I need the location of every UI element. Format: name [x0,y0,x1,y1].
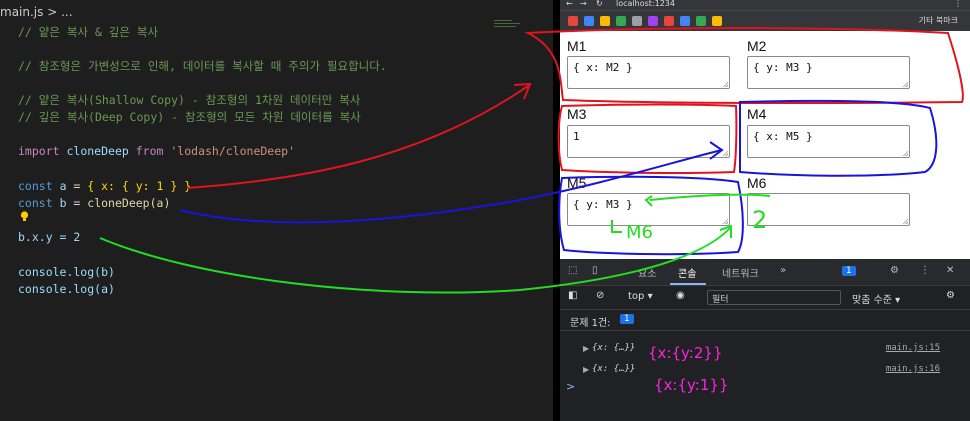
pane-divider[interactable] [553,0,560,421]
code-log-b: console.log(b) [18,265,115,279]
code-comment: // 참조형은 가변성으로 인해, 데이터를 복사할 때 주의가 필요합니다. [18,59,387,73]
more-options-icon[interactable]: ⋮ [920,265,930,276]
memory-textarea[interactable]: { y: M3 } [747,56,910,89]
issues-label: 문제 1건: [570,318,611,329]
console-settings-icon[interactable]: ⚙ [946,290,955,301]
log-value[interactable]: {x: {…}} [592,364,635,374]
eye-icon[interactable]: ◉ [676,290,685,301]
memory-label: M1 [567,38,587,54]
menu-icon[interactable]: ⋮ [954,0,962,8]
code-editor[interactable]: main.js > ... // 얕은 복사 & 깊은 복사 // 참조형은 가… [0,0,553,421]
bookmark-icon[interactable] [712,16,722,26]
close-icon[interactable]: ✕ [946,265,954,276]
memory-textarea[interactable]: { x: M2 } [567,56,730,89]
breadcrumb[interactable]: main.js > ... [0,5,73,19]
bookmark-icon[interactable] [648,16,658,26]
devtools-panel: ⬚ ▯ 요소 콘솔 네트워크 » 1 ⚙ ⋮ ✕ ◧ ⊘ top ▾ ◉ 필터 … [560,259,970,421]
memory-label: M2 [747,38,767,54]
gear-icon[interactable]: ⚙ [890,265,899,276]
console-log-row[interactable]: ▶ {x: {…}} main.js:16 [560,361,970,381]
forward-icon[interactable]: → [580,0,587,8]
address-bar[interactable]: ← → ↻ localhost:1234 ⋮ [560,0,970,10]
back-icon[interactable]: ← [566,0,573,8]
log-value[interactable]: {x: {…}} [592,343,635,353]
reload-icon[interactable]: ↻ [596,0,603,8]
bookmark-icon[interactable] [568,16,578,26]
memory-label: M6 [747,175,767,191]
bookmarks-bar: 기타 북마크 [560,10,970,31]
bookmark-icon[interactable] [600,16,610,26]
issues-badge[interactable]: 1 [620,313,634,324]
issues-counter[interactable]: 1 [842,265,856,276]
expand-arrow-icon[interactable]: ▶ [583,344,589,353]
console-toolbar: ◧ ⊘ top ▾ ◉ 필터 맞춤 수준 ▾ ⚙ [560,286,970,310]
filter-input[interactable]: 필터 [707,290,841,305]
code-const-a: const a = { x: { y: 1 } } [18,179,192,193]
code-comment: // 얕은 복사 & 깊은 복사 [18,25,159,39]
bookmark-icon[interactable] [616,16,626,26]
bookmark-icon[interactable] [632,16,642,26]
console-log-row[interactable]: ▶ {x: {…}} main.js:15 [560,340,970,360]
tab-more[interactable]: » [780,265,786,276]
code-assign-line: b.x.y = 2 [18,230,81,244]
inspect-icon[interactable]: ⬚ [568,265,577,276]
issues-bar[interactable]: 문제 1건: 1 [560,310,970,331]
tab-network[interactable]: 네트워크 [722,265,759,280]
memory-label: M3 [567,106,587,122]
lightbulb-icon[interactable] [20,211,29,222]
other-bookmarks[interactable]: 기타 북마크 [919,15,958,26]
sidebar-toggle-icon[interactable]: ◧ [568,290,577,301]
code-comment: // 얕은 복사(Shallow Copy) - 참조형의 1차원 데이터만 복… [18,93,361,107]
memory-textarea[interactable]: 1 [567,125,730,158]
memory-textarea[interactable] [747,193,910,226]
log-source-link[interactable]: main.js:15 [886,343,940,353]
bookmark-icon[interactable] [680,16,690,26]
bookmark-icon[interactable] [664,16,674,26]
memory-label: M5 [567,175,587,191]
memory-textarea[interactable]: { y: M3 } [567,193,730,226]
devtools-tabs: ⬚ ▯ 요소 콘솔 네트워크 » 1 ⚙ ⋮ ✕ [560,259,970,286]
log-level-select[interactable]: 맞춤 수준 ▾ [852,291,900,306]
clear-console-icon[interactable]: ⊘ [596,290,604,301]
bookmark-icon[interactable] [696,16,706,26]
minimap[interactable] [494,20,524,40]
expand-arrow-icon[interactable]: ▶ [583,365,589,374]
url-text[interactable]: localhost:1234 [616,0,675,8]
device-icon[interactable]: ▯ [592,265,598,276]
tab-elements[interactable]: 요소 [638,265,656,280]
context-select[interactable]: top ▾ [628,291,653,302]
memory-label: M4 [747,106,767,122]
browser-window: ← → ↻ localhost:1234 ⋮ 기타 북마크 M1 { x: M2… [560,0,970,421]
code-log-a: console.log(a) [18,282,115,296]
console-prompt[interactable]: > [566,380,575,393]
memory-textarea[interactable]: { x: M5 } [747,125,910,158]
log-source-link[interactable]: main.js:16 [886,364,940,374]
code-const-b: const b = cloneDeep(a) [18,196,171,210]
active-tab-indicator [670,283,706,285]
code-comment: // 깊은 복사(Deep Copy) - 참조형의 모든 차원 데이터를 복사 [18,110,361,124]
bookmark-icon[interactable] [584,16,594,26]
tab-console[interactable]: 콘솔 [678,265,696,280]
code-import-line: import cloneDeep from 'lodash/cloneDeep' [18,144,295,158]
